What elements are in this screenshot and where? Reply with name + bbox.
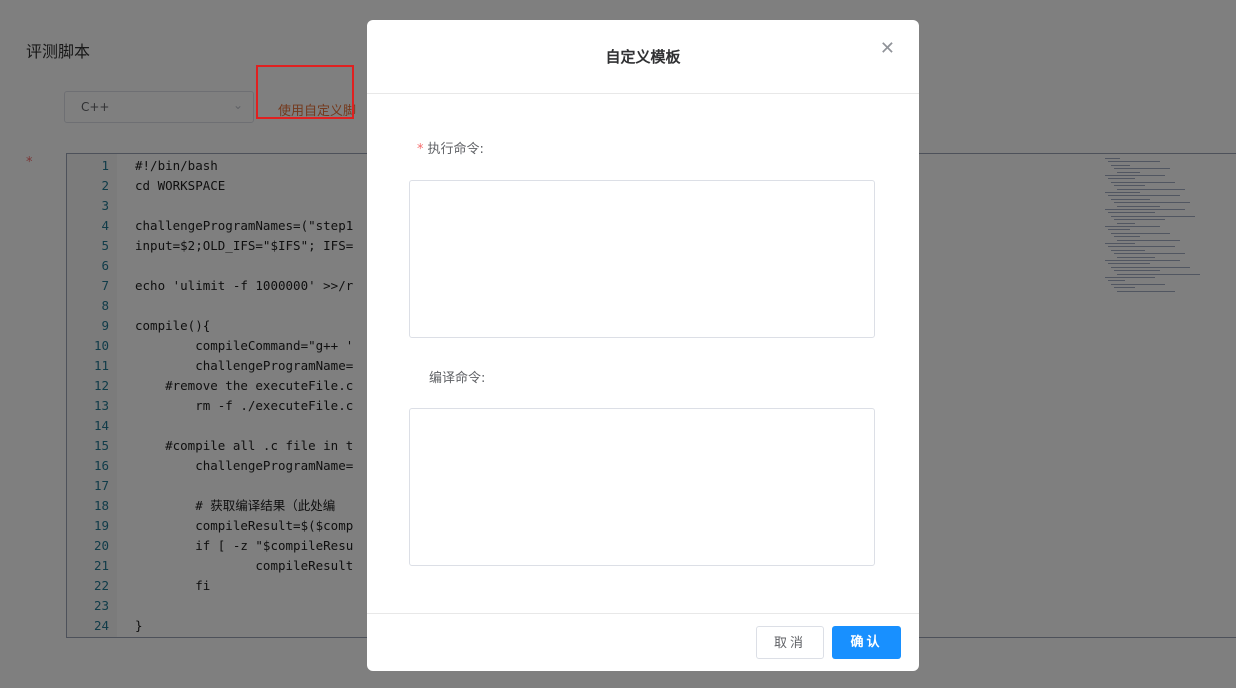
close-icon[interactable]: ✕ bbox=[880, 38, 895, 59]
exec-command-label: * 执行命令: bbox=[417, 138, 484, 157]
confirm-button[interactable]: 确认 bbox=[832, 626, 901, 659]
custom-template-dialog: 自定义模板 ✕ * 执行命令: 编译命令: 取消 确认 bbox=[367, 20, 919, 671]
cancel-button[interactable]: 取消 bbox=[756, 626, 824, 659]
dialog-footer: 取消 确认 bbox=[367, 613, 919, 671]
compile-command-textarea[interactable] bbox=[409, 408, 875, 566]
dialog-header: 自定义模板 ✕ bbox=[367, 20, 919, 94]
annotation-highlight-box bbox=[256, 65, 354, 119]
exec-command-textarea[interactable] bbox=[409, 180, 875, 338]
required-star: * bbox=[417, 142, 424, 157]
dialog-title: 自定义模板 bbox=[605, 48, 681, 66]
compile-command-label: 编译命令: bbox=[429, 371, 486, 386]
exec-command-label-text: 执行命令: bbox=[427, 142, 484, 157]
